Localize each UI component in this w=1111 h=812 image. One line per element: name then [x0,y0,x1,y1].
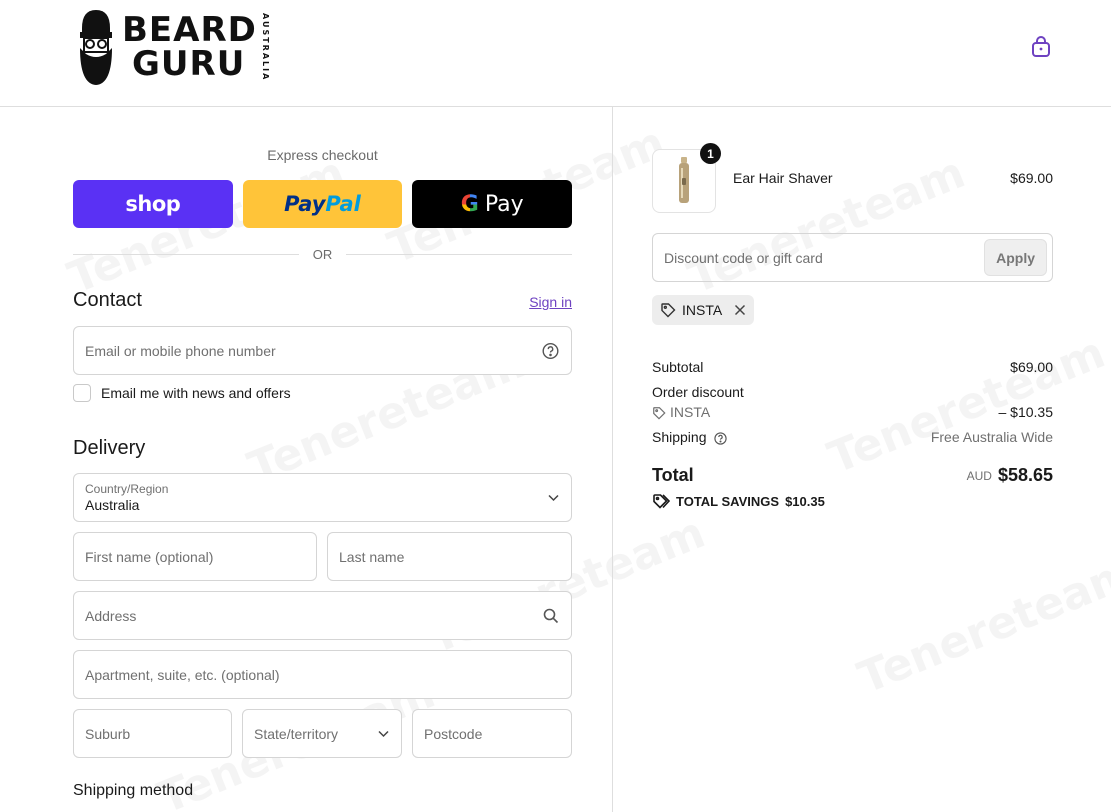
google-g-icon: G [460,191,479,217]
watermark: Tenereteam [821,327,1111,484]
first-name-field[interactable]: First name (optional) [73,532,317,581]
apartment-field[interactable]: Apartment, suite, etc. (optional) [73,650,572,699]
tags-icon [653,494,670,509]
chevron-down-icon [548,494,559,501]
total-label: Total [652,465,694,485]
shipping-method-heading: Shipping method [73,782,194,799]
sign-in-link[interactable]: Sign in [529,294,572,310]
paypal-label-pay: Pay [284,192,326,216]
quantity-badge: 1 [700,143,721,164]
brand-country: AUSTRALIA [260,12,270,82]
total-savings: TOTAL SAVINGS $10.35 [652,493,825,509]
delivery-heading: Delivery [73,437,146,459]
savings-value: $10.35 [785,493,825,509]
subtotal-value: $69.00 [1010,359,1053,375]
column-divider [612,107,613,812]
watermark: Tenereteam [851,547,1111,704]
country-value: Australia [85,497,140,513]
currency-code: AUD [966,468,992,483]
or-text: OR [312,247,333,262]
order-discount-label: Order discount [652,384,744,400]
chevron-down-icon [378,730,389,737]
state-placeholder: State/territory [254,725,339,742]
postcode-placeholder: Postcode [424,725,483,742]
discount-placeholder: Discount code or gift card [664,249,823,266]
country-select[interactable]: Country/Region Australia [73,473,572,522]
page-header: BEARD GURU AUSTRALIA [0,0,1111,107]
shop-pay-button[interactable]: shop [73,180,233,228]
discount-value: – $10.35 [998,404,1054,420]
brand-name-top: BEARD [122,10,257,50]
newsletter-checkbox[interactable] [73,384,91,402]
brand-name-bottom: GURU [132,44,246,84]
express-checkout-title: Express checkout [267,147,378,163]
email-field[interactable]: Email or mobile phone number [73,326,572,375]
subtotal-label: Subtotal [652,359,704,375]
contact-heading: Contact [73,289,142,311]
help-circle-icon[interactable] [714,432,728,445]
brand-logo[interactable]: BEARD GURU AUSTRALIA [76,6,270,88]
tag-icon [661,303,676,318]
applied-code-label: INSTA [682,302,723,318]
help-circle-icon[interactable] [542,342,559,359]
tag-icon [652,406,666,420]
product-price: $69.00 [1010,170,1053,186]
applied-discount-chip: INSTA [652,295,755,325]
suburb-field[interactable]: Suburb [73,709,232,758]
postcode-field[interactable]: Postcode [412,709,572,758]
product-name: Ear Hair Shaver [733,170,833,186]
email-placeholder: Email or mobile phone number [85,342,276,359]
search-icon [543,608,559,624]
last-name-placeholder: Last name [339,548,405,565]
address-placeholder: Address [85,607,137,624]
total-value: $58.65 [997,465,1053,485]
apply-discount-button[interactable]: Apply [984,239,1047,276]
apartment-placeholder: Apartment, suite, etc. (optional) [85,666,280,683]
cart-line-item: 1 Ear Hair Shaver $69.00 [652,143,1053,213]
express-payment-buttons: shop Pay Pal G Pay [73,180,573,228]
newsletter-label: Email me with news and offers [101,385,291,401]
shipping-value: Free Australia Wide [930,429,1053,445]
discount-code-label: INSTA [670,404,711,420]
suburb-placeholder: Suburb [85,725,131,742]
address-field[interactable]: Address [73,591,572,640]
paypal-label-pal: Pal [325,192,361,216]
country-label: Country/Region [85,482,169,496]
discount-code-field[interactable]: Discount code or gift card Apply [652,233,1053,282]
paypal-button[interactable]: Pay Pal [242,180,403,228]
newsletter-option: Email me with news and offers [73,384,291,402]
shopping-bag-icon[interactable] [1028,34,1054,60]
first-name-placeholder: First name (optional) [85,548,214,565]
shipping-label: Shipping [652,429,707,445]
last-name-field[interactable]: Last name [327,532,572,581]
shop-pay-label: shop [125,192,181,216]
savings-label: TOTAL SAVINGS [676,493,780,509]
watermark: Tenereteam [421,507,712,664]
google-pay-button[interactable]: G Pay [412,180,573,228]
google-pay-label: Pay [484,191,524,217]
or-separator: OR [73,247,572,262]
state-select[interactable]: State/territory [242,709,402,758]
bearded-man-icon [80,10,112,85]
close-icon[interactable] [734,304,746,316]
